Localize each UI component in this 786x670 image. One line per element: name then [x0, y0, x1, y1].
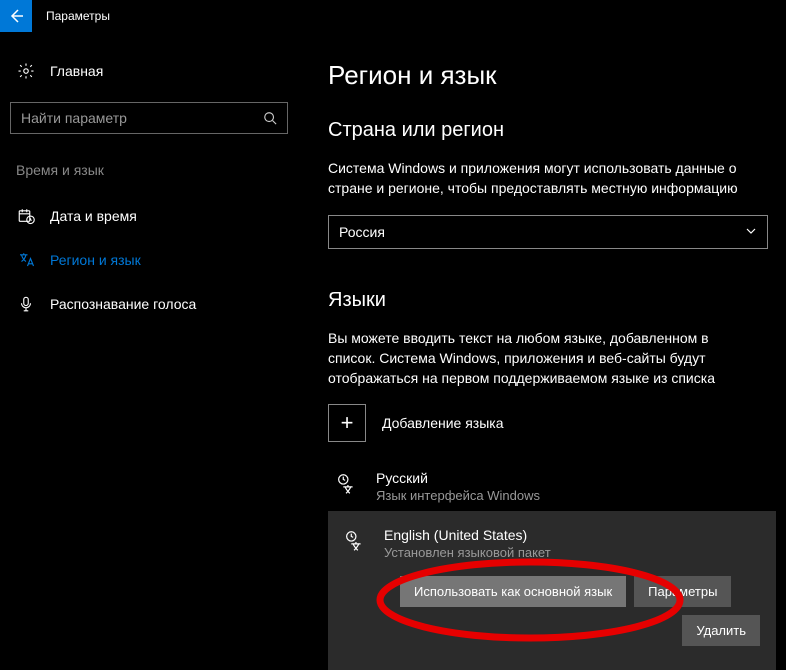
- section-languages-desc: Вы можете вводить текст на любом языке, …: [328, 328, 748, 389]
- window-title: Параметры: [46, 9, 110, 23]
- sidebar-item-speech[interactable]: Распознавание голоса: [10, 282, 298, 326]
- add-language-button[interactable]: + Добавление языка: [328, 404, 776, 442]
- section-country-heading: Страна или регион: [328, 119, 776, 142]
- section-country-desc: Система Windows и приложения могут испол…: [328, 158, 748, 199]
- gear-icon: [16, 62, 36, 80]
- search-input[interactable]: [11, 103, 253, 133]
- sidebar-item-datetime[interactable]: Дата и время: [10, 194, 298, 238]
- main-content: Регион и язык Страна или регион Система …: [298, 32, 786, 666]
- arrow-left-icon: [8, 8, 24, 24]
- back-button[interactable]: [0, 0, 32, 32]
- language-item-russian[interactable]: Русский Язык интерфейса Windows: [328, 462, 776, 511]
- add-language-label: Добавление языка: [382, 415, 504, 431]
- language-options-button[interactable]: Параметры: [634, 576, 731, 607]
- language-item-english-panel: English (United States) Установлен языко…: [328, 511, 776, 670]
- chevron-down-icon: [745, 224, 757, 240]
- country-dropdown[interactable]: Россия: [328, 215, 768, 249]
- calendar-clock-icon: [16, 207, 36, 225]
- language-name: Русский: [376, 470, 540, 486]
- section-languages-heading: Языки: [328, 289, 776, 312]
- language-glyph-icon: [328, 470, 366, 498]
- sidebar-item-label: Регион и язык: [50, 252, 141, 268]
- sidebar-category: Время и язык: [16, 162, 298, 178]
- language-icon: [16, 251, 36, 269]
- sidebar-item-region[interactable]: Регион и язык: [10, 238, 298, 282]
- search-box[interactable]: [10, 102, 288, 134]
- language-glyph-icon: [336, 527, 374, 555]
- sidebar: Главная Время и язык Дата и время Регион…: [0, 32, 298, 666]
- set-default-language-button[interactable]: Использовать как основной язык: [400, 576, 626, 607]
- sidebar-home[interactable]: Главная: [10, 54, 298, 88]
- microphone-icon: [16, 295, 36, 313]
- language-sub: Язык интерфейса Windows: [376, 488, 540, 503]
- sidebar-home-label: Главная: [50, 63, 103, 79]
- language-item-english[interactable]: English (United States) Установлен языко…: [336, 523, 760, 576]
- plus-icon: +: [328, 404, 366, 442]
- country-value: Россия: [339, 224, 385, 240]
- search-icon: [253, 111, 287, 125]
- page-title: Регион и язык: [328, 60, 776, 91]
- remove-language-button[interactable]: Удалить: [682, 615, 760, 646]
- titlebar: Параметры: [0, 0, 786, 32]
- language-sub: Установлен языковой пакет: [384, 545, 551, 560]
- language-name: English (United States): [384, 527, 551, 543]
- sidebar-item-label: Распознавание голоса: [50, 296, 196, 312]
- sidebar-item-label: Дата и время: [50, 208, 137, 224]
